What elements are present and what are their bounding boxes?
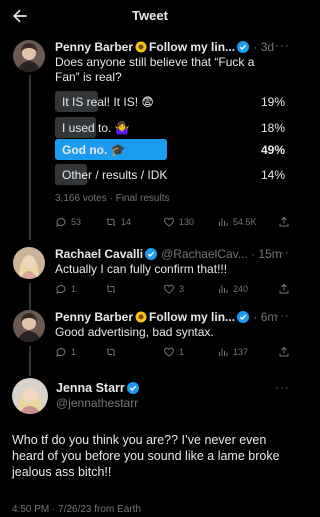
- retweet-button[interactable]: [105, 346, 121, 358]
- share-button[interactable]: [278, 346, 294, 358]
- retweet-button[interactable]: 14: [105, 216, 131, 228]
- poll-option-label: Other / results / IDK: [62, 168, 168, 182]
- reply-count: 1: [71, 347, 77, 357]
- heart-icon: [164, 347, 174, 357]
- author-handle[interactable]: Follow my lin...: [149, 40, 235, 54]
- tweet-actions: 1 1 137: [55, 346, 290, 360]
- views-button[interactable]: 137: [217, 346, 248, 358]
- post-time[interactable]: 3d: [261, 40, 274, 54]
- like-count: 130: [179, 217, 195, 227]
- share-button[interactable]: [278, 216, 294, 228]
- avatar-rachael-cavalli[interactable]: [13, 247, 45, 279]
- views-button[interactable]: 54.5K: [217, 216, 257, 228]
- retweet-icon: [106, 285, 116, 293]
- reply-icon: [56, 284, 66, 294]
- heart-icon: [164, 284, 174, 294]
- tweet-actions: 1 3 240: [55, 283, 290, 297]
- share-icon: [279, 346, 289, 357]
- like-button[interactable]: 3: [163, 283, 184, 295]
- share-button[interactable]: [278, 283, 294, 295]
- verified-badge-icon: [145, 248, 158, 260]
- poll-option-percent: 14%: [260, 168, 285, 182]
- tweet-timestamp: 4:50 PM · 7/26/23 from Earth: [12, 504, 141, 515]
- view-count: 54.5K: [233, 217, 257, 227]
- reply-button[interactable]: 1: [55, 283, 76, 295]
- views-chart-icon: [219, 348, 228, 356]
- author-name[interactable]: Rachael Cavalli: [55, 247, 143, 261]
- reply-header: Rachael Cavalli @RachaelCav... · 15m: [55, 247, 282, 261]
- poll-option-label: I used to. 🤷‍♀️: [62, 121, 130, 135]
- like-button[interactable]: 130: [163, 216, 194, 228]
- author-name[interactable]: Penny Barber: [55, 40, 133, 54]
- retweet-count: 14: [121, 217, 132, 227]
- main-tweet-header: Jenna Starr: [56, 381, 140, 395]
- main-tweet-handle-row: @jennathestarr: [56, 396, 138, 410]
- reply-button[interactable]: 1: [55, 346, 76, 358]
- view-count: 240: [233, 284, 249, 294]
- share-icon: [279, 216, 289, 227]
- poll-option: Other / results / IDK 14%: [55, 164, 285, 185]
- avatar-penny-barber[interactable]: [13, 310, 45, 342]
- poll-option-label: God no. 🎓: [62, 143, 126, 157]
- more-options-icon[interactable]: ···: [275, 308, 290, 322]
- author-name[interactable]: Jenna Starr: [56, 381, 125, 395]
- reply-count: 53: [71, 217, 82, 227]
- poll-option: God no. 🎓 49%: [55, 139, 285, 160]
- tweet-text: Does anyone still believe that “Fuck a F…: [55, 55, 255, 84]
- poll-option-percent: 19%: [260, 95, 285, 109]
- tweet-text: Actually I can fully confirm that!!!: [55, 262, 228, 276]
- reply-count: 1: [71, 284, 77, 294]
- tweet-actions: 53 14 130 54.5K: [55, 216, 290, 230]
- verified-badge-icon: [237, 311, 250, 323]
- top-bar: Tweet: [0, 0, 300, 32]
- more-options-icon[interactable]: ···: [275, 245, 290, 259]
- more-options-icon[interactable]: ···: [275, 380, 290, 394]
- main-tweet-text: Who tf do you think you are?? I’ve never…: [12, 433, 280, 479]
- poll-tweet-header: Penny Barber Follow my lin... · 3d: [55, 40, 275, 54]
- tweet-text: Good advertising, bad syntax.: [55, 325, 214, 339]
- thread-connector: [29, 283, 31, 313]
- author-handle[interactable]: Follow my lin...: [149, 310, 235, 324]
- poll-option: It IS real! It IS! 😨 19%: [55, 91, 285, 112]
- views-chart-icon: [219, 218, 228, 226]
- avatar-jenna-starr[interactable]: [12, 378, 48, 414]
- author-handle[interactable]: @jennathestarr: [56, 396, 138, 410]
- verified-badge-icon: [126, 382, 139, 394]
- reply-header: Penny Barber Follow my lin... · 6m: [55, 310, 278, 324]
- retweet-icon: [106, 348, 116, 356]
- poll-option: I used to. 🤷‍♀️ 18%: [55, 117, 285, 138]
- views-button[interactable]: 240: [217, 283, 248, 295]
- view-count: 137: [233, 347, 249, 357]
- poll-option-percent: 18%: [260, 121, 285, 135]
- like-count: 1: [179, 347, 185, 357]
- share-icon: [279, 283, 289, 294]
- poll-summary: 3,166 votes · Final results: [55, 193, 170, 204]
- sunflower-icon: [135, 311, 147, 323]
- page-title: Tweet: [132, 8, 168, 23]
- reply-button[interactable]: 53: [55, 216, 81, 228]
- reply-icon: [56, 347, 66, 357]
- author-name[interactable]: Penny Barber: [55, 310, 133, 324]
- poll-option-label: It IS real! It IS! 😨: [62, 95, 154, 109]
- like-count: 3: [179, 284, 185, 294]
- sunflower-icon: [135, 41, 147, 53]
- retweet-icon: [106, 218, 116, 226]
- reply-icon: [56, 217, 66, 227]
- verified-badge-icon: [237, 41, 250, 53]
- poll-option-percent: 49%: [260, 143, 285, 157]
- more-options-icon[interactable]: ···: [275, 38, 290, 52]
- avatar-penny-barber[interactable]: [13, 40, 45, 72]
- heart-icon: [164, 217, 174, 227]
- views-chart-icon: [219, 285, 228, 293]
- like-button[interactable]: 1: [163, 346, 184, 358]
- author-handle[interactable]: @RachaelCav...: [161, 247, 248, 261]
- retweet-button[interactable]: [105, 283, 121, 295]
- thread-connector: [29, 346, 31, 376]
- thread-connector: [29, 75, 31, 240]
